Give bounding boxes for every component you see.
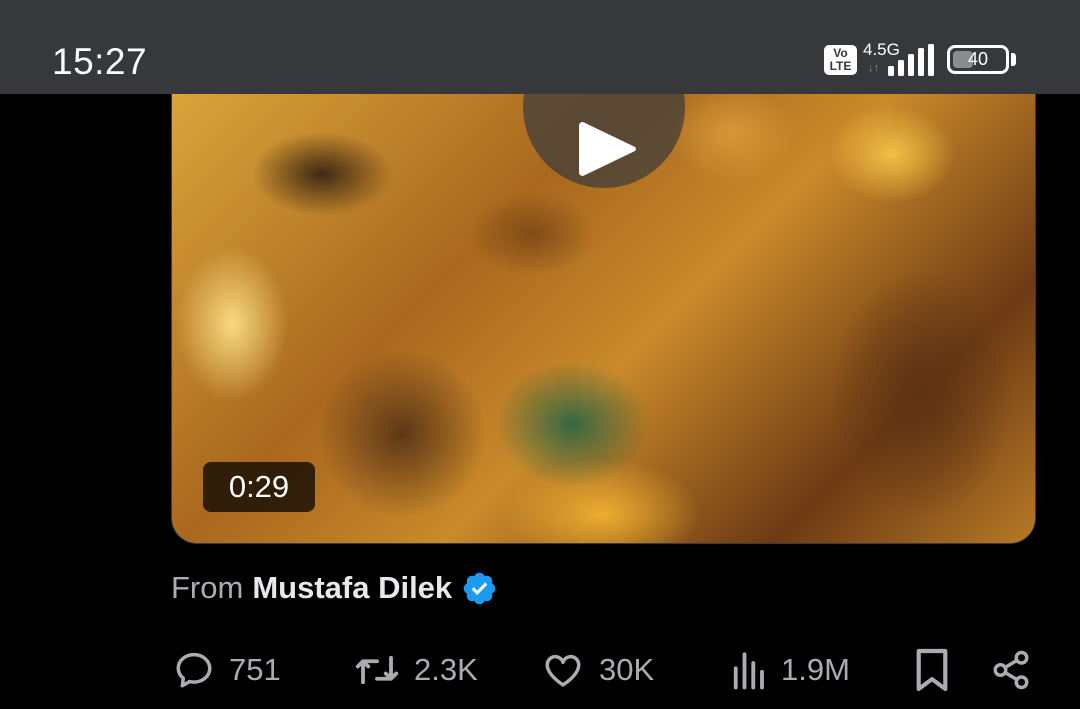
play-button[interactable] <box>523 94 685 188</box>
volte-icon: Vo LTE <box>824 45 857 75</box>
like-button[interactable]: 30K <box>541 640 654 700</box>
repost-count: 2.3K <box>414 652 478 687</box>
bookmark-icon <box>916 648 948 692</box>
share-button[interactable] <box>990 640 1032 700</box>
heart-icon <box>545 654 581 687</box>
verified-badge-icon <box>463 572 496 604</box>
from-label: From <box>171 570 244 605</box>
repost-icon <box>355 655 399 685</box>
tweet-actions: 751 2.3K 30K 1.9M <box>0 640 1080 700</box>
video-source: From Mustafa Dilek <box>171 568 498 608</box>
status-bar: 15:27 Vo LTE 4.5G ↓↑ 40 <box>0 0 1080 94</box>
repost-button[interactable]: 2.3K <box>354 640 478 700</box>
reply-button[interactable]: 751 <box>173 640 281 700</box>
bookmark-button[interactable] <box>913 640 951 700</box>
views-count: 1.9M <box>781 652 850 687</box>
video-player[interactable]: 0:29 <box>171 94 1036 544</box>
volte-bottom-label: LTE <box>829 59 852 73</box>
author-name-link[interactable]: Mustafa Dilek <box>252 568 452 608</box>
reply-icon <box>176 652 212 688</box>
views-button[interactable]: 1.9M <box>729 640 850 700</box>
signal-bars-icon <box>888 44 934 76</box>
status-time: 15:27 <box>52 41 148 82</box>
views-icon <box>733 652 764 690</box>
battery-icon: 40 <box>947 45 1009 74</box>
battery-level: 40 <box>967 49 989 69</box>
play-icon <box>579 122 636 176</box>
reply-count: 751 <box>229 652 281 687</box>
network-activity-icon: ↓↑ <box>868 62 879 74</box>
share-icon <box>993 650 1029 690</box>
like-count: 30K <box>599 652 655 687</box>
battery-tip <box>1011 53 1016 66</box>
video-duration: 0:29 <box>203 462 315 512</box>
